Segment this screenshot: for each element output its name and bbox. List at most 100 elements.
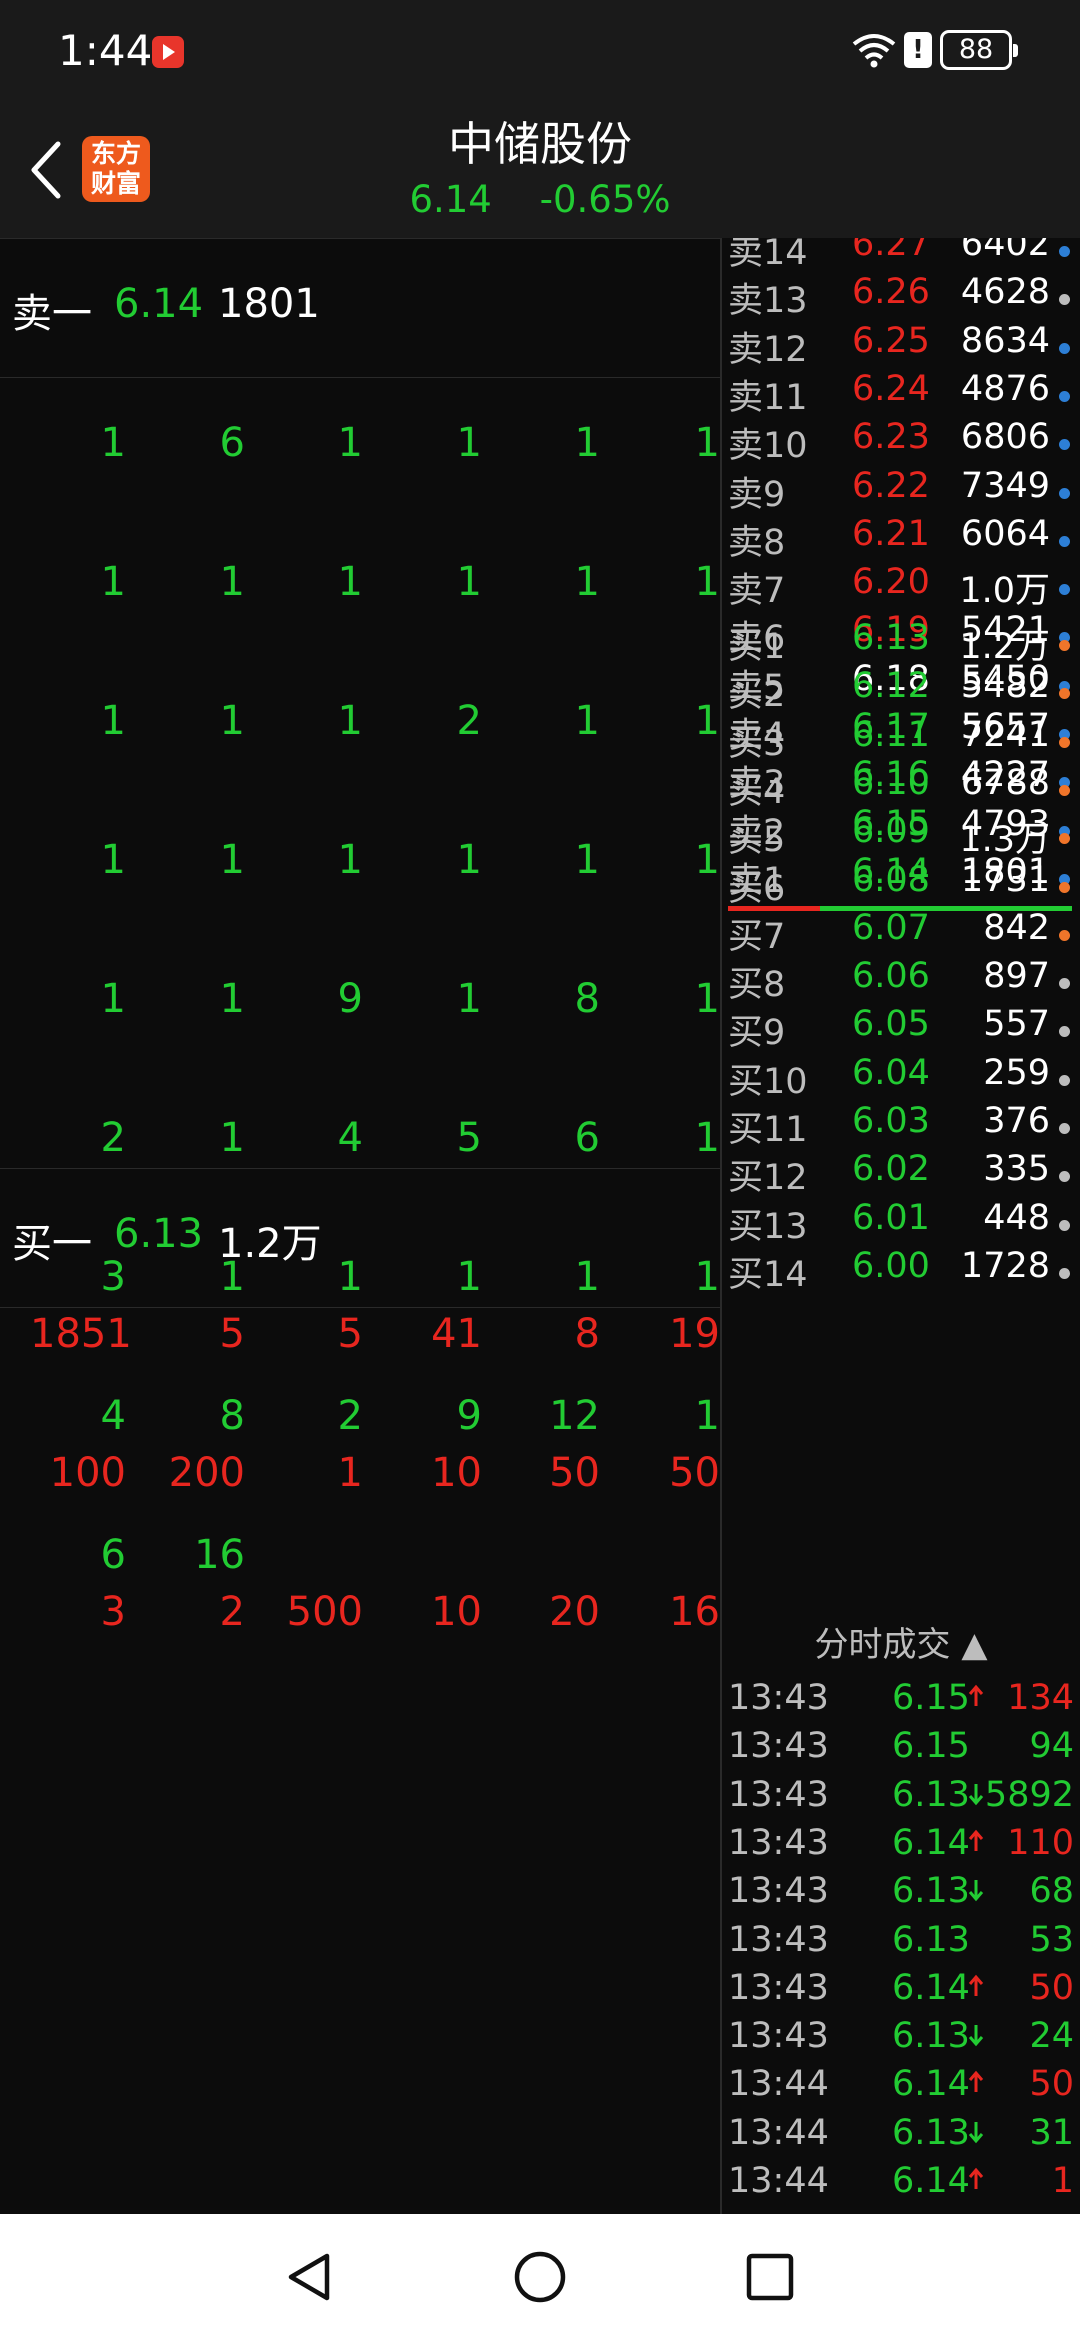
level-price: 6.05	[852, 1004, 930, 1045]
queue-cell: 1	[100, 420, 126, 466]
queue-cell: 12	[549, 1393, 600, 1439]
arrow-down-icon	[968, 2121, 984, 2143]
ask-level-row[interactable]: 卖8 6.21 6064	[722, 513, 1080, 563]
tick-row: 13:43 6.13 68	[722, 1871, 1080, 1919]
queue-cell: 2	[456, 698, 482, 744]
current-price: 6.14	[409, 178, 492, 221]
ask-level-row[interactable]: 卖14 6.27 6402	[722, 238, 1080, 273]
queue-cell: 3	[100, 1589, 126, 1635]
buy-one-price: 6.13	[114, 1211, 204, 1257]
level-price: 6.21	[852, 513, 930, 554]
queue-cell: 1	[100, 837, 126, 883]
level-volume: 1731	[960, 859, 1050, 900]
level-volume: 1.2万	[959, 627, 1050, 667]
queue-cell: 1	[219, 1115, 245, 1161]
level-dot-icon	[1059, 294, 1070, 306]
level-label: 买7	[728, 916, 786, 957]
tick-time: 13:44	[728, 2064, 829, 2105]
tick-volume: 53	[1029, 1919, 1074, 1960]
bid-level-row[interactable]: 买6 6.08 1731	[722, 859, 1080, 909]
queue-cell: 10	[431, 1589, 482, 1635]
logo-line-2: 财富	[90, 169, 141, 198]
ask-level-row[interactable]: 卖12 6.25 8634	[722, 321, 1080, 370]
queue-cell: 19	[669, 1311, 720, 1357]
bid-level-row[interactable]: 买1 6.13 1.2万	[722, 618, 1080, 667]
tick-volume: 24	[1029, 2016, 1074, 2057]
bid-level-row[interactable]: 买2 6.12 5482	[722, 666, 1080, 715]
bid-level-row[interactable]: 买7 6.07 842	[722, 908, 1080, 957]
queue-cell: 20	[549, 1589, 600, 1635]
level-label: 买1	[728, 627, 786, 667]
arrow-up-icon	[968, 1684, 984, 1706]
tick-price: 6.14	[892, 1967, 970, 2008]
bid-level-row[interactable]: 买4 6.10 6788	[722, 762, 1080, 812]
queue-cell: 1	[694, 1115, 720, 1161]
level-label: 卖14	[728, 238, 808, 273]
eastmoney-logo[interactable]: 东方 财富	[82, 136, 150, 202]
queue-cell: 1	[456, 1254, 482, 1300]
level-label: 买5	[728, 820, 786, 861]
level-label: 卖9	[728, 474, 786, 515]
level-label: 买14	[728, 1254, 808, 1295]
level-volume: 6788	[960, 762, 1050, 803]
tick-time: 13:44	[728, 2112, 829, 2153]
bid-level-row[interactable]: 买9 6.05 557	[722, 1004, 1080, 1053]
chevron-left-icon[interactable]	[18, 130, 78, 210]
ask-level-row[interactable]: 卖11 6.24 4876	[722, 369, 1080, 418]
queue-cell: 1	[574, 420, 600, 466]
queue-cell: 500	[286, 1589, 363, 1635]
level-volume: 259	[983, 1052, 1050, 1093]
level-volume: 376	[983, 1101, 1050, 1141]
bid-level-row[interactable]: 买12 6.02 335	[722, 1149, 1080, 1199]
bid-level-row[interactable]: 买8 6.06 897	[722, 956, 1080, 1005]
order-queue-panel: 卖一 6.14 1801 买一 6.13 1.2万 16111111111111…	[0, 238, 720, 2214]
level-label: 买12	[728, 1158, 808, 1199]
level-volume: 448	[983, 1197, 1050, 1238]
queue-cell: 8	[574, 1311, 600, 1357]
level-label: 买4	[728, 771, 786, 812]
queue-cell: 1	[456, 976, 482, 1022]
queue-cell: 5	[337, 1311, 363, 1357]
level-price: 6.08	[852, 859, 930, 900]
tick-volume: 5892	[984, 1774, 1074, 1815]
back-triangle-icon[interactable]	[275, 2242, 345, 2312]
queue-cell: 1	[219, 559, 245, 605]
tick-time: 13:43	[728, 1967, 829, 2008]
level-dot-icon	[1059, 978, 1070, 990]
bid-level-row[interactable]: 买10 6.04 259	[722, 1052, 1080, 1102]
order-book[interactable]: 卖14 6.27 6402 卖13 6.26 4628 卖12 6.25 8634 卖11 6.24…	[722, 238, 1080, 1611]
queue-cell: 1	[694, 698, 720, 744]
ask-level-row[interactable]: 卖7 6.20 1.0万	[722, 562, 1080, 612]
tick-price: 6.13	[892, 2112, 970, 2153]
queue-cell: 1	[694, 1393, 720, 1439]
queue-cell: 50	[669, 1450, 720, 1496]
ask-level-row[interactable]: 卖9 6.22 7349	[722, 465, 1080, 515]
level-dot-icon	[1059, 584, 1070, 596]
bid-level-row[interactable]: 买14 6.00 1728	[722, 1246, 1080, 1295]
level-label: 买13	[728, 1206, 808, 1247]
queue-cell: 1	[219, 837, 245, 883]
tick-row: 13:43 6.15 134	[722, 1678, 1080, 1726]
recents-square-icon[interactable]	[735, 2242, 805, 2312]
level-price: 6.22	[852, 465, 930, 506]
bid-level-row[interactable]: 买11 6.03 376	[722, 1101, 1080, 1150]
queue-cell: 2	[219, 1589, 245, 1635]
tick-price: 6.13	[892, 1871, 970, 1912]
ask-level-row[interactable]: 卖13 6.26 4628	[722, 272, 1080, 321]
queue-cell: 1	[337, 1254, 363, 1300]
bid-level-row[interactable]: 买5 6.09 1.3万	[722, 811, 1080, 861]
ticks-header[interactable]: 分时成交 ▲	[722, 1617, 1080, 1673]
alert-icon: !	[904, 32, 932, 68]
level-price: 6.02	[852, 1149, 930, 1190]
ask-level-row[interactable]: 卖10 6.23 6806	[722, 417, 1080, 466]
home-circle-icon[interactable]	[505, 2242, 575, 2312]
level-price: 6.10	[852, 762, 930, 803]
level-label: 卖8	[728, 522, 786, 563]
bid-level-row[interactable]: 买13 6.01 448	[722, 1197, 1080, 1247]
level-dot-icon	[1059, 342, 1070, 354]
level-volume: 1.0万	[959, 571, 1050, 612]
level-dot-icon	[1059, 1026, 1070, 1038]
sell-one-row[interactable]: 卖一 6.14 1801	[0, 238, 720, 378]
level-dot-icon	[1059, 736, 1070, 748]
bid-level-row[interactable]: 买3 6.11 7241	[722, 715, 1080, 764]
